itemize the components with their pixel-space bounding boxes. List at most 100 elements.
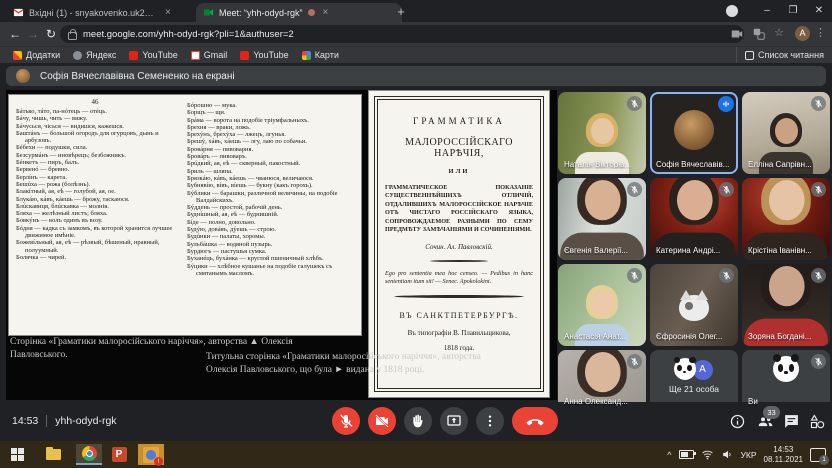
tab-meet[interactable]: Meet: “yhh-odyd-rgk” × bbox=[196, 3, 402, 22]
tab-title: Meet: “yhh-odyd-rgk” bbox=[219, 8, 303, 18]
notification-center-button[interactable]: 1 bbox=[810, 448, 826, 462]
participant-tile[interactable]: Зоряна Богдані... bbox=[742, 264, 830, 346]
translate-icon[interactable] bbox=[752, 27, 766, 41]
tab-close-icon[interactable]: × bbox=[323, 7, 329, 18]
browser-profile-icon[interactable] bbox=[726, 5, 738, 17]
participant-tile-speaking[interactable]: Софія Вячеславів... bbox=[650, 92, 738, 174]
mic-off-icon bbox=[811, 96, 826, 111]
camera-toggle-button[interactable] bbox=[368, 407, 396, 435]
bookmark-yandex[interactable]: Яндекс bbox=[73, 50, 116, 60]
browser-menu-icon[interactable]: ⋮ bbox=[815, 26, 826, 39]
panda-avatar bbox=[674, 358, 696, 380]
reading-list-icon bbox=[745, 51, 754, 60]
activities-button[interactable] bbox=[809, 413, 826, 430]
presenting-banner-text: Софія Вячеславівна Семененко на екрані bbox=[40, 71, 235, 82]
clock-text: 14:53 bbox=[12, 415, 38, 427]
mic-toggle-button[interactable] bbox=[332, 407, 360, 435]
globe-icon bbox=[73, 51, 82, 60]
forward-button[interactable]: → bbox=[24, 25, 42, 43]
presenter-avatar bbox=[16, 69, 30, 83]
profile-avatar[interactable]: A bbox=[795, 26, 810, 41]
bookmark-youtube[interactable]: YouTube bbox=[129, 50, 177, 60]
new-tab-button[interactable]: + bbox=[392, 3, 410, 21]
end-call-button[interactable] bbox=[512, 407, 558, 435]
more-options-button[interactable] bbox=[476, 407, 504, 435]
participants-grid: Наталія Вікторів... Софія Вячеславів... … bbox=[558, 90, 830, 408]
reading-list-button[interactable]: Список читання bbox=[736, 47, 824, 63]
window-close-button[interactable]: ✕ bbox=[806, 0, 832, 22]
participant-tile[interactable]: Анастасія Анат... bbox=[558, 264, 646, 346]
page-number: 46 bbox=[9, 98, 181, 106]
present-button[interactable] bbox=[440, 407, 468, 435]
participant-tile[interactable]: Євгенія Валерії... bbox=[558, 178, 646, 260]
raise-hand-button[interactable] bbox=[404, 407, 432, 435]
participant-tile[interactable]: Катерина Андрі... bbox=[650, 178, 738, 260]
bookmark-star-icon[interactable]: ☆ bbox=[774, 26, 784, 39]
more-participants-tile[interactable]: А Ще 21 особа bbox=[650, 350, 738, 408]
screen: Вхідні (1) - snyakovenko.uk20@l × Meet: … bbox=[0, 0, 832, 468]
latin-epigraph: Ego pro sententia mea hoc censeo. — Pedi… bbox=[385, 270, 533, 285]
speaker-icon[interactable] bbox=[721, 448, 734, 461]
reload-button[interactable]: ↻ bbox=[42, 25, 60, 43]
taskbar-time: 14:53 bbox=[773, 445, 793, 454]
youtube-icon bbox=[240, 51, 249, 60]
window-maximize-button[interactable]: ❐ bbox=[780, 0, 806, 22]
participant-tile[interactable]: Єфросинія Олег... bbox=[650, 264, 738, 346]
more-participants-label: Ще 21 особа bbox=[650, 384, 738, 394]
self-view-tile[interactable]: Ви bbox=[742, 350, 830, 408]
battery-icon[interactable] bbox=[679, 450, 694, 459]
mic-off-icon bbox=[811, 268, 826, 283]
alert-app-button[interactable]: ! bbox=[138, 444, 164, 465]
powerpoint-taskbar-button[interactable]: P bbox=[106, 444, 132, 465]
participant-name: Елліна Сапрівн... bbox=[748, 160, 812, 169]
start-button[interactable] bbox=[4, 444, 30, 465]
bookmark-gmail[interactable]: Gmail bbox=[191, 50, 228, 60]
participant-name: Євгенія Валерії... bbox=[564, 246, 628, 255]
browser-toolbar: ← → ↻ meet.google.com/yhh-odyd-rgk?pli=1… bbox=[0, 22, 832, 46]
participant-name: Анна Олександ... bbox=[564, 397, 628, 406]
tray-expand-icon[interactable]: ^ bbox=[667, 450, 671, 460]
bookmark-youtube-2[interactable]: YouTube bbox=[240, 50, 288, 60]
youtube-icon bbox=[129, 51, 138, 60]
alert-badge: ! bbox=[154, 457, 163, 466]
participant-tile[interactable]: Крістіна Іванівн... bbox=[742, 178, 830, 260]
imprint-printer: Въ типографіи В. Плавильщикова, bbox=[385, 329, 533, 337]
mic-off-icon bbox=[811, 354, 826, 369]
wifi-icon[interactable] bbox=[701, 448, 714, 461]
bookmark-maps[interactable]: Карти bbox=[302, 50, 339, 60]
tab-gmail[interactable]: Вхідні (1) - snyakovenko.uk20@l × bbox=[6, 3, 204, 22]
gmail-favicon-icon bbox=[13, 7, 24, 18]
shared-screen: 46 Бáтько, тáто, па-нóтець — отéць.Бáчу,… bbox=[6, 90, 557, 400]
windows-logo-icon bbox=[11, 448, 24, 461]
camera-permission-icon[interactable] bbox=[730, 27, 744, 41]
panda-avatar bbox=[773, 356, 799, 382]
participant-tile[interactable]: Елліна Сапрівн... bbox=[742, 92, 830, 174]
back-button[interactable]: ← bbox=[6, 25, 24, 43]
participant-name: Катерина Андрі... bbox=[656, 246, 720, 255]
powerpoint-icon: P bbox=[112, 447, 127, 462]
mic-off-icon bbox=[719, 268, 734, 283]
tab-close-icon[interactable]: × bbox=[165, 7, 171, 18]
participant-name: Зоряна Богдані... bbox=[748, 332, 811, 341]
bookmark-apps[interactable]: Додатки bbox=[13, 50, 60, 60]
taskbar-clock[interactable]: 14:53 08.11.2021 bbox=[764, 445, 803, 464]
title-line: МАЛОРОССІЙСКАГО НАРѢЧІЯ, bbox=[385, 137, 533, 159]
language-indicator[interactable]: УКР bbox=[741, 450, 757, 460]
slide-caption-2: Титульна сторінка «Граматики малоросійсь… bbox=[206, 351, 506, 376]
participant-tile[interactable]: Анна Олександ... bbox=[558, 350, 646, 408]
title-line: ИЛИ bbox=[385, 168, 533, 175]
address-bar[interactable]: meet.google.com/yhh-odyd-rgk?pli=1&authu… bbox=[60, 25, 744, 43]
chat-button[interactable] bbox=[783, 413, 800, 430]
participants-count-badge: 33 bbox=[763, 406, 780, 419]
author-line: Сочин. Ал. Павловскій. bbox=[385, 243, 533, 251]
participant-name: Крістіна Іванівн... bbox=[748, 246, 812, 255]
chrome-taskbar-button[interactable] bbox=[76, 444, 102, 465]
meeting-details-button[interactable] bbox=[729, 413, 746, 430]
file-explorer-button[interactable] bbox=[40, 444, 66, 465]
ornament-divider bbox=[430, 260, 488, 262]
window-minimize-button[interactable]: – bbox=[754, 0, 780, 22]
dictionary-column-2: Бóрошно — мука.Борщъ — щи.Брáма — ворота… bbox=[187, 102, 354, 328]
notification-badge: 1 bbox=[819, 455, 829, 465]
participant-avatar bbox=[674, 110, 714, 150]
participant-tile[interactable]: Наталія Вікторів... bbox=[558, 92, 646, 174]
